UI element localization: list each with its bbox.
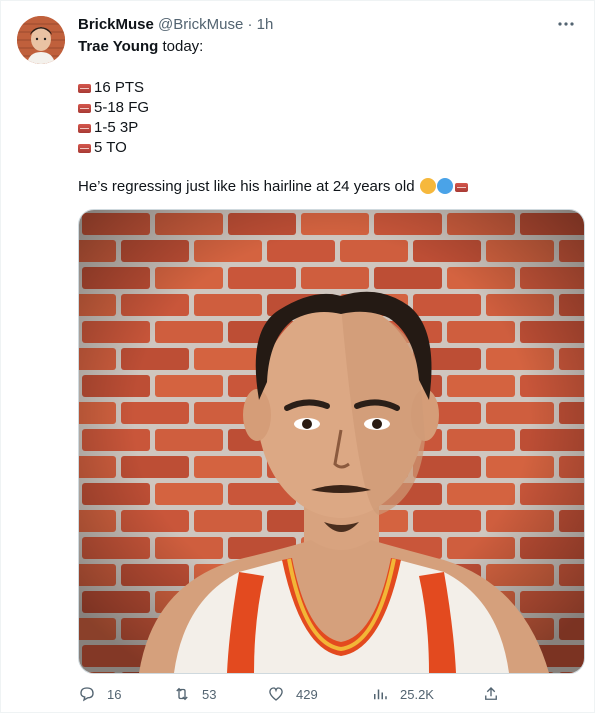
stat-3p: 1-5 3P [94, 119, 139, 136]
retweet-icon [176, 687, 188, 701]
brick-emoji-icon [78, 84, 91, 93]
tweet-image[interactable] [78, 209, 585, 674]
cartoon-portrait-illustration [79, 210, 584, 673]
share-icon [485, 687, 497, 700]
avatar[interactable] [17, 16, 65, 64]
stat-fg: 5-18 FG [94, 99, 150, 116]
timestamp[interactable]: 1h [257, 16, 274, 33]
reply-count: 16 [107, 686, 122, 702]
author-name[interactable]: BrickMuse [78, 16, 154, 33]
more-icon[interactable] [555, 14, 577, 34]
views-button[interactable]: 25.2K [371, 682, 434, 706]
brick-emoji-icon [78, 124, 91, 133]
like-count: 429 [296, 686, 318, 702]
share-button[interactable] [482, 682, 500, 706]
cold-face-emoji-icon [436, 178, 453, 194]
like-icon [269, 687, 283, 701]
tweet-closing-line: He’s regressing just like his hairline a… [78, 177, 471, 197]
reply-button[interactable]: 16 [78, 682, 121, 706]
reply-icon [80, 687, 94, 702]
stat-line: 16 PTS [78, 78, 144, 98]
retweet-count: 53 [202, 686, 217, 702]
views-icon [374, 689, 387, 700]
tweet-actions: 16 53 429 25.2K [78, 682, 508, 706]
lead-suffix: today: [158, 38, 204, 55]
retweet-button[interactable]: 53 [173, 682, 216, 706]
brick-emoji-icon [78, 144, 91, 153]
separator-dot: · [247, 16, 253, 33]
stat-points: 16 PTS [94, 79, 145, 96]
author-handle[interactable]: @BrickMuse [158, 16, 243, 33]
angry-face-emoji-icon [419, 178, 436, 194]
player-name: Trae Young [78, 38, 159, 55]
closing-text: He’s regressing just like his hairline a… [78, 178, 415, 195]
tweet-lead-line: Trae Young today: [78, 37, 203, 57]
tweet-header: BrickMuse @BrickMuse · 1h [78, 15, 273, 35]
stat-to: 5 TO [94, 139, 127, 156]
views-count: 25.2K [400, 686, 434, 702]
like-button[interactable]: 429 [267, 682, 318, 706]
brick-emoji-icon [78, 104, 91, 113]
stat-line: 5-18 FG [78, 98, 149, 118]
stat-line: 5 TO [78, 138, 127, 158]
brick-emoji-icon [454, 183, 468, 192]
stat-line: 1-5 3P [78, 118, 138, 138]
